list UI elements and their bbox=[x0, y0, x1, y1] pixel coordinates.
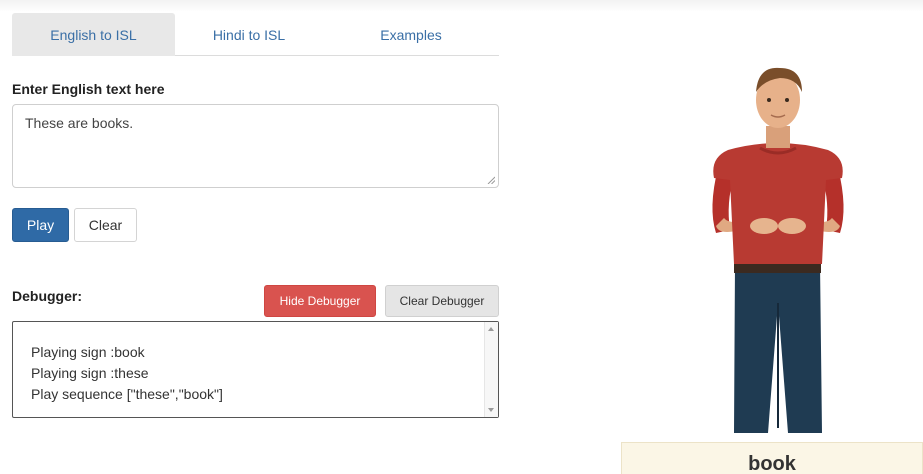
debugger-scrollbar[interactable] bbox=[484, 322, 498, 417]
current-sign-panel: book bbox=[621, 442, 923, 474]
scroll-up-arrow-icon[interactable] bbox=[488, 327, 494, 331]
hide-debugger-button[interactable]: Hide Debugger bbox=[264, 285, 376, 317]
tab-english-to-isl[interactable]: English to ISL bbox=[12, 13, 175, 56]
tab-bar: English to ISL Hindi to ISL Examples bbox=[12, 13, 499, 56]
clear-debugger-button[interactable]: Clear Debugger bbox=[385, 285, 499, 317]
resize-handle-icon[interactable] bbox=[487, 176, 495, 184]
english-text-input[interactable]: These are books. bbox=[12, 104, 499, 188]
current-sign-word: book bbox=[748, 453, 796, 474]
app-root: English to ISL Hindi to ISL Examples Ent… bbox=[0, 0, 923, 474]
scroll-down-arrow-icon[interactable] bbox=[488, 408, 494, 412]
debugger-log[interactable]: Playing sign :book Playing sign :these P… bbox=[12, 321, 499, 418]
debugger-line: Play sequence ["these","book"] bbox=[31, 386, 223, 402]
play-button[interactable]: Play bbox=[12, 208, 69, 242]
top-shadow bbox=[0, 0, 923, 12]
debugger-label: Debugger: bbox=[12, 288, 82, 304]
english-text-value: These are books. bbox=[25, 115, 134, 131]
clear-button[interactable]: Clear bbox=[74, 208, 137, 242]
debugger-line: Playing sign :book bbox=[31, 344, 145, 360]
tab-hindi-to-isl[interactable]: Hindi to ISL bbox=[175, 13, 323, 56]
signing-avatar bbox=[712, 67, 844, 433]
tab-examples[interactable]: Examples bbox=[323, 13, 499, 56]
debugger-line: Playing sign :these bbox=[31, 365, 149, 381]
input-label: Enter English text here bbox=[12, 81, 165, 97]
